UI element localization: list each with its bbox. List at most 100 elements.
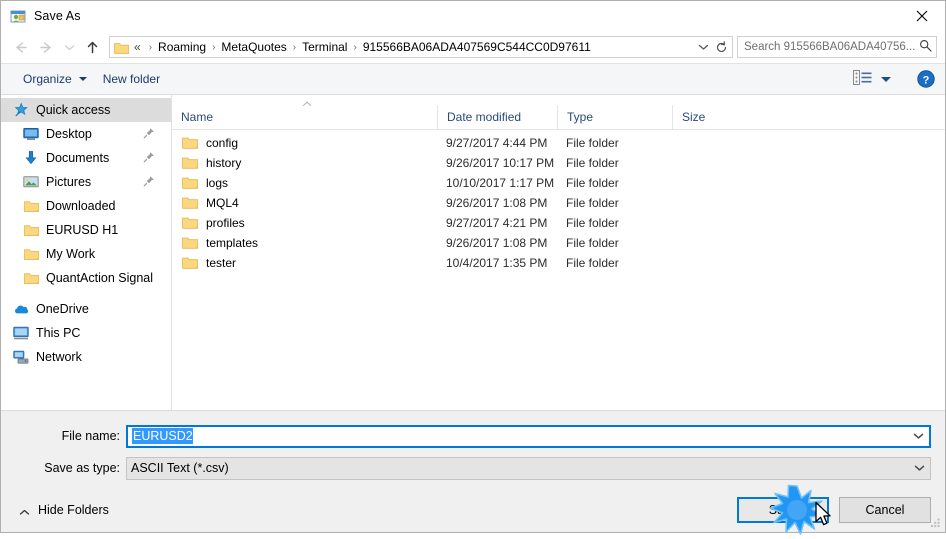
folder-icon — [182, 216, 198, 230]
breadcrumb-terminal-id[interactable]: 915566BA06ADA407569C544CC0D97611 — [362, 40, 592, 54]
view-mode-button[interactable] — [849, 68, 895, 90]
column-header-name[interactable]: Name — [172, 105, 437, 129]
file-name-cell: config — [172, 136, 437, 150]
sort-ascending-icon — [302, 97, 312, 107]
forward-arrow-icon[interactable] — [33, 35, 59, 59]
desktop-icon — [23, 126, 39, 142]
folder-icon — [182, 196, 198, 210]
chevron-down-icon[interactable] — [908, 458, 930, 479]
folder-icon — [23, 198, 39, 214]
sidebar-item-this-pc[interactable]: This PC — [1, 321, 171, 345]
table-row[interactable]: config 9/27/2017 4:44 PM File folder — [172, 133, 945, 153]
file-name-cell: logs — [172, 176, 437, 190]
sidebar-item-quick-access[interactable]: Quick access — [1, 98, 171, 122]
back-arrow-icon[interactable] — [7, 35, 33, 59]
organize-button[interactable]: Organize — [15, 69, 95, 89]
file-name-value: EURUSD2 — [132, 428, 193, 444]
file-date-cell: 9/26/2017 1:08 PM — [446, 236, 548, 250]
sidebar-item-my-work[interactable]: My Work — [1, 242, 171, 266]
sidebar-item-onedrive[interactable]: OneDrive — [1, 297, 171, 321]
list-view-icon — [853, 70, 872, 88]
folder-icon — [23, 246, 39, 262]
chevron-down-icon[interactable] — [694, 37, 712, 57]
column-header-size[interactable]: Size — [672, 105, 752, 129]
pin-icon[interactable] — [143, 127, 155, 139]
breadcrumb-terminal[interactable]: Terminal — [301, 40, 348, 54]
breadcrumb-metaquotes[interactable]: MetaQuotes — [220, 40, 287, 54]
save-as-type-select[interactable]: ASCII Text (*.csv) — [126, 456, 931, 480]
folder-icon — [23, 222, 39, 238]
dialog-content: Quick access Desktop Documents Pictures … — [1, 95, 945, 410]
file-date-cell: 9/27/2017 4:44 PM — [446, 136, 548, 150]
file-type-cell: File folder — [566, 216, 619, 230]
file-name-label: File name: — [61, 429, 120, 443]
column-header-date-modified[interactable]: Date modified — [437, 105, 557, 129]
save-as-dialog: Save As « › Roaming › MetaQuotes › Termi… — [0, 0, 946, 535]
recent-locations-chevron-icon[interactable] — [59, 35, 79, 59]
folder-icon — [182, 236, 198, 250]
file-name-label: profiles — [206, 216, 245, 230]
dialog-footer: Hide Folders Save Cancel — [1, 488, 945, 532]
sidebar-item-quantaction-signal[interactable]: QuantAction Signal — [1, 266, 171, 290]
chevron-down-icon[interactable] — [907, 426, 929, 447]
address-lead: « — [134, 40, 141, 54]
pin-icon[interactable] — [143, 175, 155, 187]
file-name-cell: history — [172, 156, 437, 170]
sidebar-item-network[interactable]: Network — [1, 345, 171, 369]
sidebar-item-label: This PC — [36, 326, 81, 340]
save-button-label: Save — [768, 503, 798, 517]
file-name-input[interactable]: EURUSD2 — [126, 424, 931, 448]
resize-grip-icon[interactable] — [929, 517, 941, 529]
file-name-row: File name: EURUSD2 — [1, 424, 945, 448]
help-icon[interactable]: ? — [917, 70, 935, 88]
sidebar-item-eurusd-h1[interactable]: EURUSD H1 — [1, 218, 171, 242]
table-row[interactable]: history 9/26/2017 10:17 PM File folder — [172, 153, 945, 173]
cancel-button-label: Cancel — [865, 503, 905, 517]
table-row[interactable]: templates 9/26/2017 1:08 PM File folder — [172, 233, 945, 253]
file-name-cell: templates — [172, 236, 437, 250]
file-date-cell: 9/27/2017 4:21 PM — [446, 216, 548, 230]
breadcrumb-separator: › — [292, 41, 297, 53]
sidebar-item-desktop[interactable]: Desktop — [1, 122, 171, 146]
pin-icon[interactable] — [143, 151, 155, 163]
chevron-down-icon — [881, 76, 891, 82]
file-date-cell: 9/26/2017 10:17 PM — [446, 156, 555, 170]
save-as-type-value: ASCII Text (*.csv) — [131, 461, 229, 475]
table-row[interactable]: profiles 9/27/2017 4:21 PM File folder — [172, 213, 945, 233]
folder-icon — [182, 136, 198, 150]
column-headers: Name Date modified Type Size — [172, 105, 945, 130]
file-name-label: tester — [206, 256, 237, 270]
file-type-row: Save as type: ASCII Text (*.csv) — [1, 456, 945, 480]
refresh-icon[interactable] — [712, 37, 730, 57]
chevron-down-icon — [78, 77, 87, 81]
sidebar-item-label: Network — [36, 350, 82, 364]
file-list-pane: Name Date modified Type Size config 9/27… — [172, 95, 945, 410]
sidebar-item-label: My Work — [46, 247, 96, 261]
navigation-bar: « › Roaming › MetaQuotes › Terminal › 91… — [1, 31, 945, 63]
close-icon[interactable] — [899, 1, 945, 31]
up-arrow-icon[interactable] — [79, 35, 105, 59]
documents-icon — [23, 150, 39, 166]
cancel-button[interactable]: Cancel — [839, 497, 931, 523]
new-folder-button[interactable]: New folder — [95, 69, 168, 89]
address-bar[interactable]: « › Roaming › MetaQuotes › Terminal › 91… — [109, 36, 733, 58]
chevron-up-icon — [19, 506, 30, 515]
column-header-type[interactable]: Type — [557, 105, 672, 129]
breadcrumb-separator: › — [148, 41, 153, 53]
search-box[interactable]: Search 915566BA06ADA40756... — [737, 36, 937, 58]
save-button[interactable]: Save — [737, 497, 829, 523]
table-row[interactable]: MQL4 9/26/2017 1:08 PM File folder — [172, 193, 945, 213]
breadcrumb-roaming[interactable]: Roaming — [157, 40, 207, 54]
table-row[interactable]: logs 10/10/2017 1:17 PM File folder — [172, 173, 945, 193]
sidebar-item-documents[interactable]: Documents — [1, 146, 171, 170]
new-folder-label: New folder — [102, 72, 161, 86]
sidebar-item-downloaded[interactable]: Downloaded — [1, 194, 171, 218]
table-row[interactable]: tester 10/4/2017 1:35 PM File folder — [172, 253, 945, 273]
hide-folders-button[interactable]: Hide Folders — [13, 503, 109, 517]
sidebar-item-pictures[interactable]: Pictures — [1, 170, 171, 194]
breadcrumb-separator: › — [212, 41, 216, 53]
folder-icon — [114, 41, 129, 54]
title-bar: Save As — [1, 1, 945, 31]
search-input[interactable]: Search 915566BA06ADA40756... — [744, 41, 919, 53]
pictures-icon — [23, 174, 39, 190]
